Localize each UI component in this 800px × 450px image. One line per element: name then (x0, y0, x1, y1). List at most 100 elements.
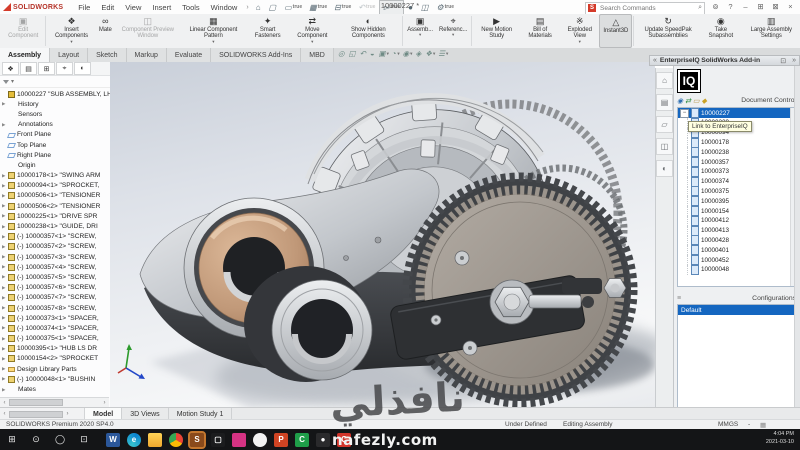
configuration-row-default[interactable]: Default (678, 305, 795, 315)
edit-appearance-icon[interactable]: ◈ (415, 49, 422, 58)
switch-window-icon[interactable]: ⊠ (768, 2, 783, 11)
dimxpert-tab-icon[interactable]: ⌖ (56, 62, 73, 75)
expand-arrow-icon[interactable]: ▶ (2, 336, 6, 342)
file-explorer-icon[interactable]: ▱ (656, 116, 673, 133)
command-button[interactable]: ◫ Component Preview Window (115, 14, 181, 48)
tree-row[interactable]: ▶ (-) 10000373<1> "SPACER, (0, 313, 110, 323)
expand-arrow-icon[interactable]: ▶ (2, 285, 6, 291)
tree-row[interactable]: ▶ 10000227 "SUB ASSEMBLY, LH (0, 89, 110, 99)
appearances-icon[interactable]: ◐ (656, 160, 673, 177)
document-row[interactable]: 10000178 (687, 138, 795, 148)
blue-app[interactable]: ▢ (211, 433, 225, 447)
document-row[interactable]: 10000154 (687, 206, 795, 216)
document-row[interactable]: 10000373 (687, 167, 795, 177)
expand-arrow-icon[interactable]: ▶ (2, 315, 6, 321)
ribbon-tab[interactable]: Layout (50, 48, 88, 62)
expand-arrow-icon[interactable]: ▶ (2, 346, 6, 352)
expand-arrow-icon[interactable]: ▶ (2, 173, 6, 179)
tree-row[interactable]: ▶ 10000178<1> "SWING ARM (0, 171, 110, 181)
print-icon[interactable]: ⊟ true (331, 1, 354, 14)
scrollbar-thumb[interactable] (9, 411, 63, 418)
expand-arrow-icon[interactable]: ▶ (2, 122, 6, 128)
document-row[interactable]: 10000374 (687, 177, 795, 187)
tree-row[interactable]: ▶ (-) 10000357<3> "SCREW, (0, 252, 110, 262)
units-selector[interactable]: MMGS (718, 421, 738, 428)
tree-row[interactable]: ▶ Sensors (0, 109, 110, 119)
tree-row[interactable]: ▶ History (0, 99, 110, 109)
search-icon[interactable]: ⌕ (698, 4, 702, 12)
ribbon-tab[interactable]: Sketch (88, 48, 126, 62)
camtasia[interactable]: C (295, 433, 309, 447)
start-button[interactable]: ⊞ (0, 434, 24, 445)
menu-item[interactable]: Insert (147, 3, 176, 12)
scrollbar-thumb[interactable] (9, 399, 63, 406)
command-button[interactable]: ∞ Mate (96, 14, 115, 48)
hide-show-items-icon[interactable]: ◉ ▾ (403, 49, 413, 58)
command-button[interactable]: ※ Exploded View ▾ (560, 14, 599, 48)
menu-item[interactable]: Edit (96, 3, 119, 12)
menu-item[interactable]: File (73, 3, 95, 12)
web-icon[interactable]: ◉ (677, 98, 683, 105)
user-icon[interactable]: ⊚ (708, 2, 723, 11)
file-explorer[interactable] (148, 433, 162, 447)
command-button[interactable]: ◉ Take Snapshot (701, 14, 740, 48)
recorder[interactable]: C (337, 433, 351, 447)
featuremanager-tab-icon[interactable]: ❖ (2, 62, 19, 75)
panel-scrollbar[interactable] (794, 66, 800, 407)
scroll-left-icon[interactable]: ‹ (0, 400, 9, 406)
tree-row[interactable]: ▶ Annotations (0, 120, 110, 130)
tree-row[interactable]: ▶ 10000506<2> "TENSIONER (0, 201, 110, 211)
tree-horizontal-scrollbar[interactable]: ‹ › (0, 397, 109, 407)
document-row[interactable]: 10000357 (687, 157, 795, 167)
minimize-icon[interactable]: – (738, 2, 753, 11)
tree-row[interactable]: ▶ (-) 10000357<1> "SCREW, (0, 232, 110, 242)
expand-arrow-icon[interactable]: ▶ (2, 295, 6, 301)
command-button[interactable]: ▶ New Motion Study (473, 14, 520, 48)
expand-arrow-icon[interactable]: ▶ (2, 305, 6, 311)
tree-row[interactable]: ▶ 10000395<1> "HUB LS DR (0, 344, 110, 354)
tree-row[interactable]: ▶ (-) 10000357<2> "SCREW, (0, 242, 110, 252)
expand-arrow-icon[interactable]: ▶ (2, 356, 6, 362)
tree-row[interactable]: ▶ 10000225<1> "DRIVE SPR (0, 211, 110, 221)
collapse-panel-icon[interactable]: « (650, 57, 660, 64)
tree-row[interactable]: ▶ (-) 10000357<5> "SCREW, (0, 272, 110, 282)
document-row[interactable]: 10000375 (687, 187, 795, 197)
restore-icon[interactable]: ⊞ (753, 2, 768, 11)
command-button[interactable]: ▣ Assemb... ▾ (404, 14, 436, 48)
chrome[interactable] (169, 433, 183, 447)
tree-row[interactable]: ▶ Mates (0, 384, 110, 394)
document-root-row[interactable]: − 10000227 (678, 108, 795, 118)
solidworks[interactable]: S (190, 433, 204, 447)
taskbar-clock[interactable]: 4:04 PM 2021-03-10 (766, 431, 794, 446)
tree-row[interactable]: ▶ (-) 10000375<1> "SPACER, (0, 334, 110, 344)
document-row[interactable]: 10000428 (687, 236, 795, 246)
expand-arrow-icon[interactable]: ▶ (2, 183, 6, 189)
tree-row[interactable]: ▶ (-) 10000357<4> "SCREW, (0, 262, 110, 272)
file-properties-icon[interactable]: ◫ (418, 1, 433, 14)
tree-row[interactable]: ▶ 10000238<1> "GUIDE, DRI (0, 221, 110, 231)
tree-row[interactable]: ▶ Front Plane (0, 130, 110, 140)
expand-arrow-icon[interactable]: ▶ (2, 376, 6, 382)
command-button[interactable]: ▥ Large Assembly Settings (741, 14, 800, 48)
tree-row[interactable]: ▶ Top Plane (0, 140, 110, 150)
command-button[interactable]: ❖ Insert Components ▾ (47, 14, 96, 48)
display-style-icon[interactable]: ◔ ▾ (392, 49, 400, 58)
document-row[interactable]: 10000452 (687, 255, 795, 265)
command-button[interactable]: △ Instant3D (599, 14, 632, 48)
expand-arrow-icon[interactable]: ▶ (2, 254, 6, 260)
expand-arrow-icon[interactable]: ▶ (2, 264, 6, 270)
ribbon-tab[interactable]: SOLIDWORKS Add-Ins (211, 48, 301, 62)
task-view-button[interactable]: ⊡ (72, 434, 96, 445)
pin-panel-icon[interactable]: ⊡ (777, 57, 789, 65)
tree-row[interactable]: ▶ 10000154<2> "SPROCKET (0, 354, 110, 364)
command-button[interactable]: ▦ Linear Component Pattern ▾ (181, 14, 246, 48)
document-row[interactable]: 10000238 (687, 147, 795, 157)
configurationmanager-tab-icon[interactable]: ⊞ (38, 62, 55, 75)
displaymanager-tab-icon[interactable]: ◐ (74, 62, 91, 75)
command-button[interactable]: ↻ Update SpeedPak Subassemblies (635, 14, 701, 48)
splitter-grip-icon[interactable]: ≡ (677, 295, 681, 302)
expand-arrow-icon[interactable]: ▶ (2, 203, 6, 209)
tag-icon[interactable]: ◆ (701, 98, 706, 105)
save-icon[interactable]: ▦ true (306, 1, 330, 14)
open-icon[interactable]: ▭ true (281, 1, 305, 14)
